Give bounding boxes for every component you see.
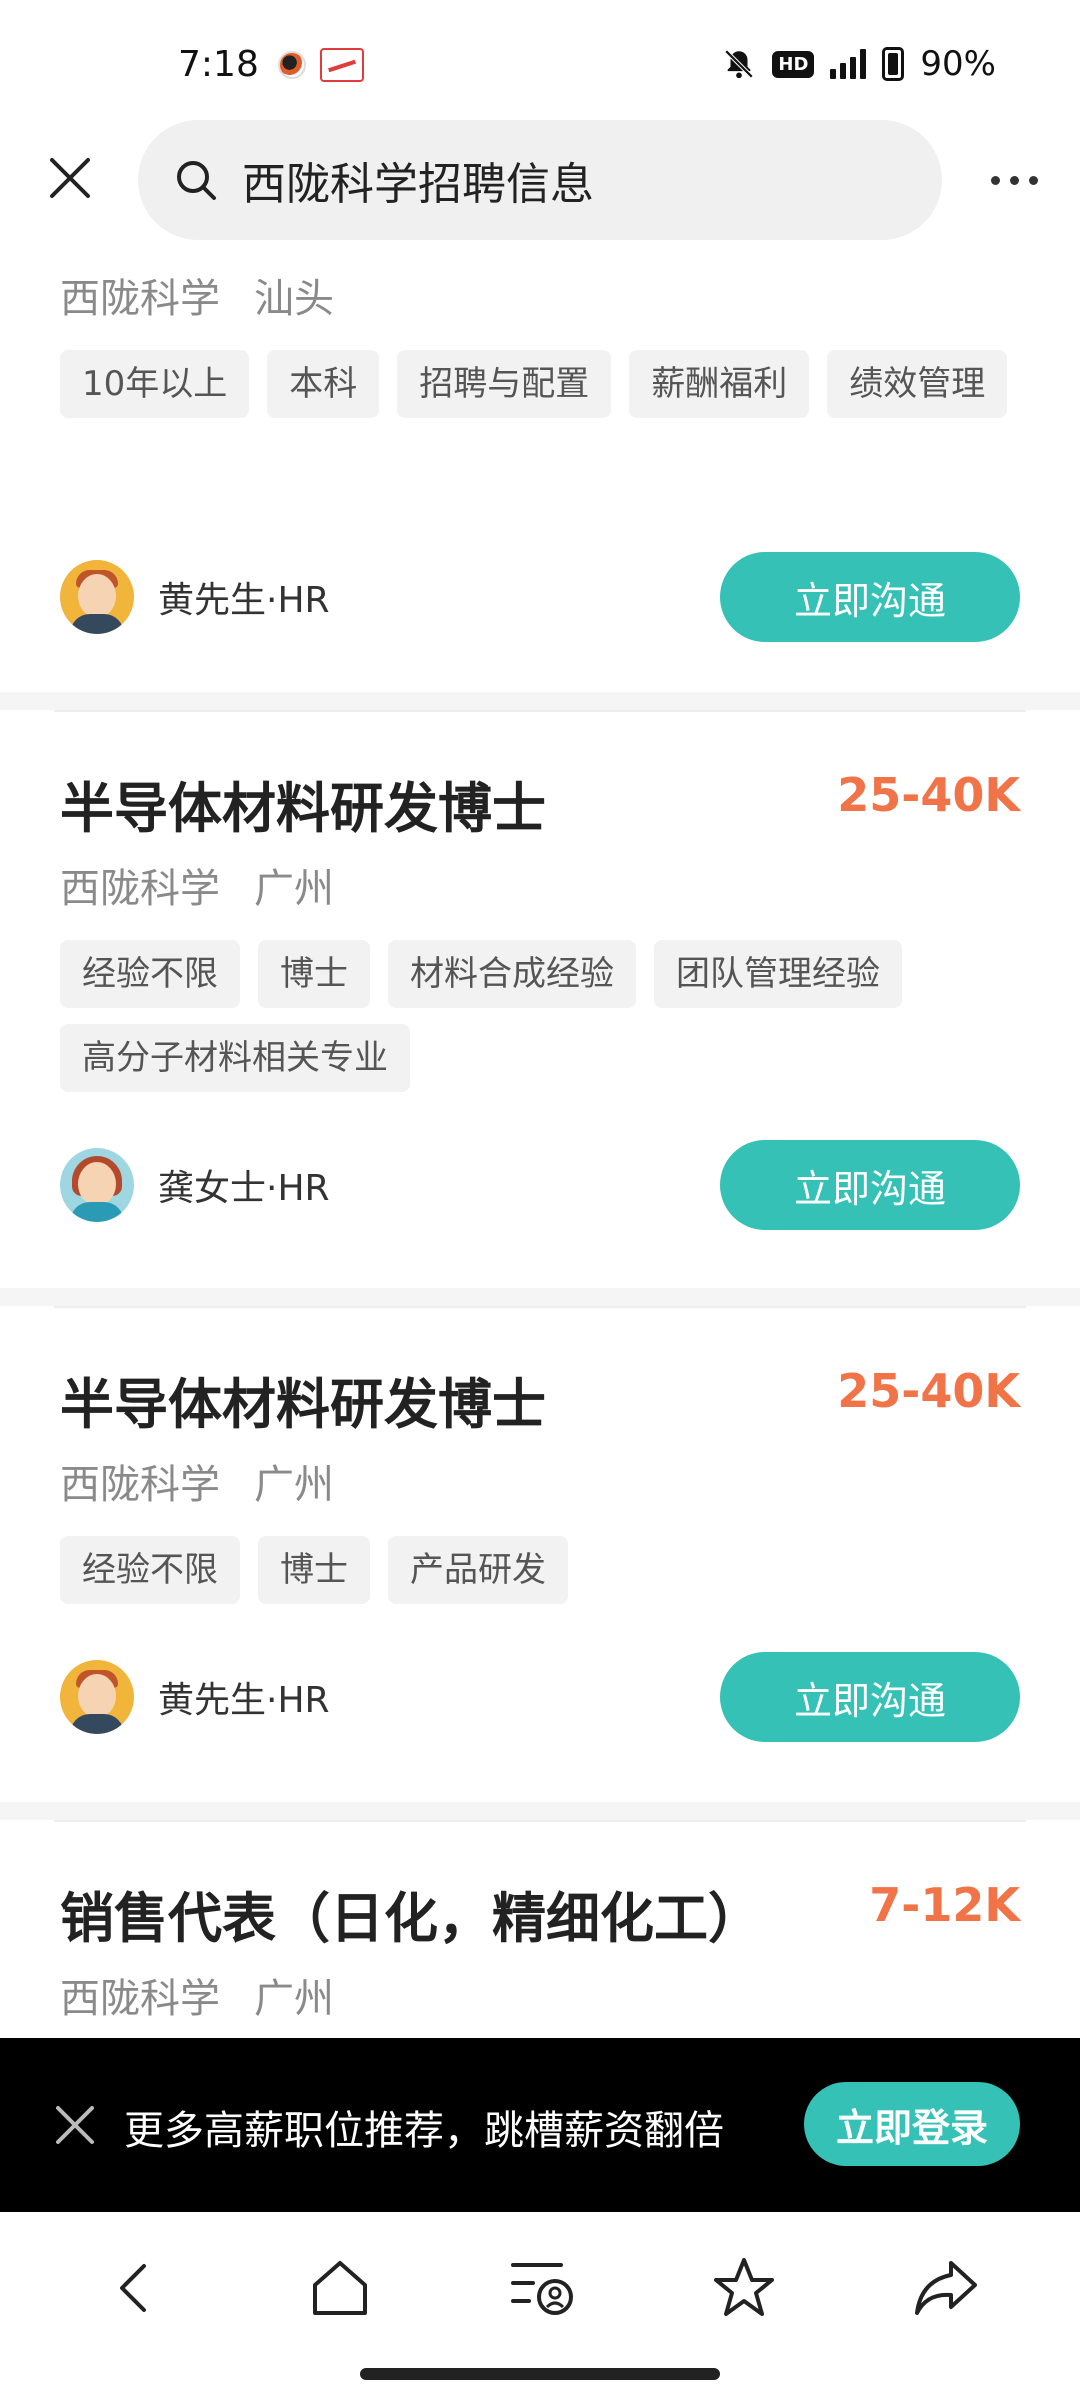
back-arrow-icon	[120, 2264, 146, 2312]
hr-info: 龚女士·HR	[60, 1148, 330, 1222]
chat-button[interactable]: 立即沟通	[720, 1652, 1020, 1742]
status-time: 7:18	[178, 44, 259, 85]
avatar	[60, 1148, 134, 1222]
share-button[interactable]	[906, 2248, 986, 2328]
job-company-line: 西陇科学 汕头	[60, 266, 334, 324]
mute-bell-icon	[725, 49, 754, 79]
job-card[interactable]: 半导体材料研发博士 25-40K 西陇科学 广州 经验不限 博士 产品研发 黄先…	[0, 1306, 1080, 1802]
hr-name: 黄先生·HR	[158, 1680, 330, 1721]
hr-name: 龚女士·HR	[158, 1168, 330, 1209]
status-bar: 7:18 HD 90%	[0, 0, 1080, 120]
close-icon	[56, 2106, 94, 2144]
search-icon	[177, 161, 216, 200]
job-tag: 招聘与配置	[397, 350, 612, 418]
hd-badge-icon: HD	[772, 50, 815, 78]
job-salary: 25-40K	[837, 768, 1020, 822]
favorite-button[interactable]	[704, 2248, 784, 2328]
search-input[interactable]: 西陇科学招聘信息	[138, 120, 942, 240]
job-salary: 25-40K	[837, 1364, 1020, 1418]
job-tag: 绩效管理	[827, 350, 1008, 418]
card-separator	[0, 1802, 1080, 1820]
banner-text: 更多高薪职位推荐，跳槽薪资翻倍	[124, 2108, 724, 2154]
login-button[interactable]: 立即登录	[804, 2082, 1020, 2166]
banner-close-button[interactable]	[52, 2102, 98, 2148]
job-tags: 经验不限 博士 材料合成经验 团队管理经验 高分子材料相关专业	[60, 940, 1020, 1092]
stock-app-notification-icon	[320, 48, 364, 82]
job-city: 广州	[254, 1976, 334, 2022]
job-list: 西陇科学 汕头 10年以上 本科 招聘与配置 薪酬福利 绩效管理 黄先生·HR …	[0, 242, 1080, 2038]
job-title: 半导体材料研发博士	[60, 777, 546, 840]
job-company: 西陇科学	[60, 276, 220, 322]
app-notification-icon	[278, 51, 306, 79]
job-tags: 10年以上 本科 招聘与配置 薪酬福利 绩效管理	[60, 350, 1020, 418]
chat-button[interactable]: 立即沟通	[720, 1140, 1020, 1230]
job-tag: 博士	[258, 1536, 370, 1604]
job-company-line: 西陇科学 广州	[60, 1966, 334, 2024]
battery-icon	[882, 47, 905, 81]
hr-info: 黄先生·HR	[60, 1660, 330, 1734]
card-separator	[0, 1288, 1080, 1306]
login-banner: 更多高薪职位推荐，跳槽薪资翻倍 立即登录	[0, 2038, 1080, 2212]
status-right: HD 90%	[722, 44, 996, 84]
job-city: 广州	[254, 1462, 334, 1508]
chat-button[interactable]: 立即沟通	[720, 552, 1020, 642]
job-tag: 材料合成经验	[388, 940, 636, 1008]
job-tags: 经验不限 博士 产品研发	[60, 1536, 1020, 1604]
divider	[54, 1820, 1026, 1822]
tabs-button[interactable]	[504, 2248, 584, 2328]
home-icon	[313, 2261, 367, 2315]
divider	[54, 1306, 1026, 1308]
job-city: 广州	[254, 866, 334, 912]
card-separator	[0, 692, 1080, 710]
job-tag: 高分子材料相关专业	[60, 1024, 410, 1092]
job-card[interactable]: 销售代表（日化，精细化工） 7-12K 西陇科学 广州	[0, 1820, 1080, 2038]
divider	[54, 710, 1026, 712]
job-city: 汕头	[254, 276, 334, 322]
more-dot-icon	[1028, 175, 1038, 185]
job-card[interactable]: 半导体材料研发博士 25-40K 西陇科学 广州 经验不限 博士 材料合成经验 …	[0, 710, 1080, 1288]
job-company: 西陇科学	[60, 866, 220, 912]
job-title: 半导体材料研发博士	[60, 1373, 546, 1436]
job-salary: 7-12K	[869, 1878, 1020, 1932]
notification-icons	[278, 48, 364, 82]
avatar	[60, 1660, 134, 1734]
search-header: 西陇科学招聘信息	[0, 120, 1080, 242]
job-tag: 10年以上	[60, 350, 250, 418]
more-options-button[interactable]	[974, 150, 1054, 210]
hr-info: 黄先生·HR	[60, 560, 330, 634]
hr-name: 黄先生·HR	[158, 580, 330, 621]
job-company-line: 西陇科学 广州	[60, 1452, 334, 1510]
search-query: 西陇科学招聘信息	[242, 159, 594, 210]
job-tag: 团队管理经验	[654, 940, 902, 1008]
home-button[interactable]	[300, 2248, 380, 2328]
job-tag: 博士	[258, 940, 370, 1008]
close-button[interactable]	[38, 146, 102, 210]
job-tag: 经验不限	[60, 1536, 240, 1604]
signal-icon	[830, 49, 867, 79]
avatar	[60, 560, 134, 634]
job-tag: 产品研发	[388, 1536, 568, 1604]
more-dot-icon	[1009, 175, 1019, 185]
share-icon	[915, 2261, 977, 2315]
star-icon	[714, 2258, 774, 2316]
job-company-line: 西陇科学 广州	[60, 856, 334, 914]
tabs-icon	[511, 2263, 573, 2315]
job-title: 销售代表（日化，精细化工）	[60, 1887, 762, 1950]
job-company: 西陇科学	[60, 1462, 220, 1508]
home-indicator[interactable]	[360, 2368, 720, 2380]
close-icon	[50, 158, 90, 198]
battery-level: 90%	[920, 44, 996, 84]
job-tag: 薪酬福利	[629, 350, 810, 418]
more-dot-icon	[990, 175, 1000, 185]
browser-bottom-nav	[0, 2212, 1080, 2400]
job-card[interactable]: 西陇科学 汕头 10年以上 本科 招聘与配置 薪酬福利 绩效管理 黄先生·HR …	[0, 242, 1080, 692]
job-tag: 经验不限	[60, 940, 240, 1008]
back-button[interactable]	[96, 2248, 176, 2328]
job-tag: 本科	[267, 350, 380, 418]
job-company: 西陇科学	[60, 1976, 220, 2022]
